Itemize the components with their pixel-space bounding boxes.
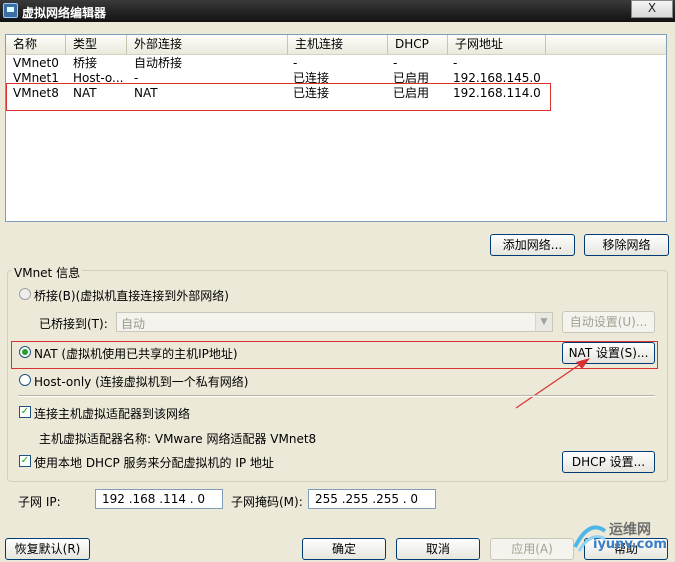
dhcp-checkbox-label: 使用本地 DHCP 服务来分配虚拟机的 IP 地址 [34, 456, 274, 470]
restore-defaults-button[interactable]: 恢复默认(R) [5, 538, 90, 560]
annotation-arrow-icon [515, 358, 590, 409]
ok-button[interactable]: 确定 [302, 538, 386, 560]
adapter-name-text: 主机虚拟适配器名称: VMware 网络适配器 VMnet8 [39, 432, 317, 446]
subnet-mask-input[interactable]: 255 .255 .255 . 0 [308, 489, 436, 509]
subnet-ip-input[interactable]: 192 .168 .114 . 0 [95, 489, 223, 509]
apply-button[interactable]: 应用(A) [490, 538, 574, 560]
dhcp-settings-button[interactable]: DHCP 设置... [562, 451, 655, 473]
cancel-button[interactable]: 取消 [396, 538, 480, 560]
connect-adapter-checkbox[interactable]: ✓ [19, 406, 31, 418]
site-watermark: 运维网 iyunv.com [567, 515, 675, 559]
connect-adapter-label: 连接主机虚拟适配器到该网络 [34, 407, 191, 421]
dhcp-checkbox[interactable]: ✓ [19, 455, 31, 467]
watermark-line2: iyunv.com [593, 537, 667, 552]
subnet-mask-label: 子网掩码(M): [231, 495, 303, 509]
subnet-ip-label: 子网 IP: [18, 495, 61, 509]
divider [18, 395, 655, 397]
watermark-line1: 运维网 [609, 522, 651, 538]
